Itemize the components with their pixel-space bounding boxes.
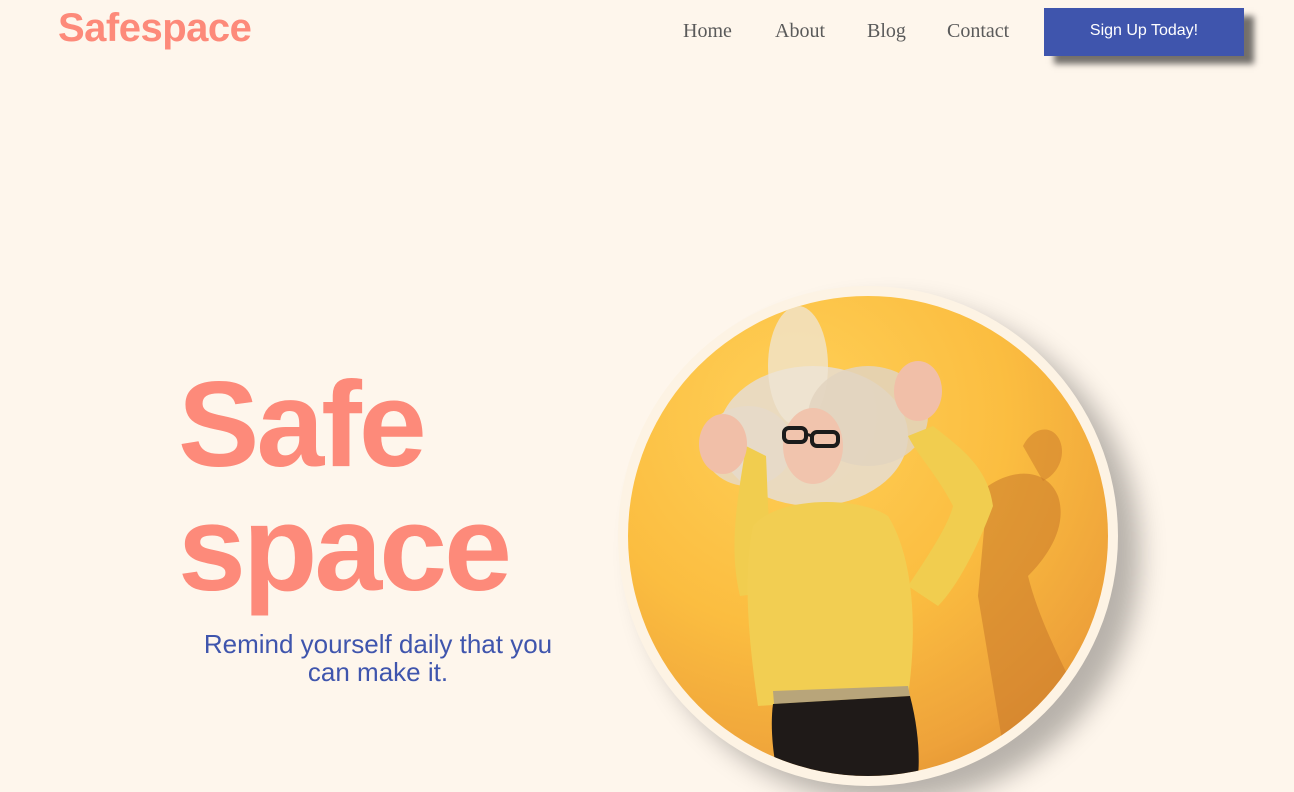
hero-subtitle: Remind yourself daily that you can make …: [203, 629, 553, 687]
nav-link-about[interactable]: About: [775, 20, 825, 43]
hero-photo: [628, 296, 1108, 776]
nav-link-contact[interactable]: Contact: [947, 20, 1009, 43]
hero-title-line-2: space: [178, 480, 512, 616]
hero-image-frame: [618, 286, 1118, 786]
hero-title-line-1: Safe: [178, 356, 427, 492]
nav-link-blog[interactable]: Blog: [867, 20, 906, 43]
dancing-woman-illustration: [699, 306, 1108, 776]
hero-title: Safe space: [178, 356, 512, 616]
sign-up-button[interactable]: Sign Up Today!: [1044, 8, 1244, 56]
nav-link-home[interactable]: Home: [683, 20, 732, 43]
